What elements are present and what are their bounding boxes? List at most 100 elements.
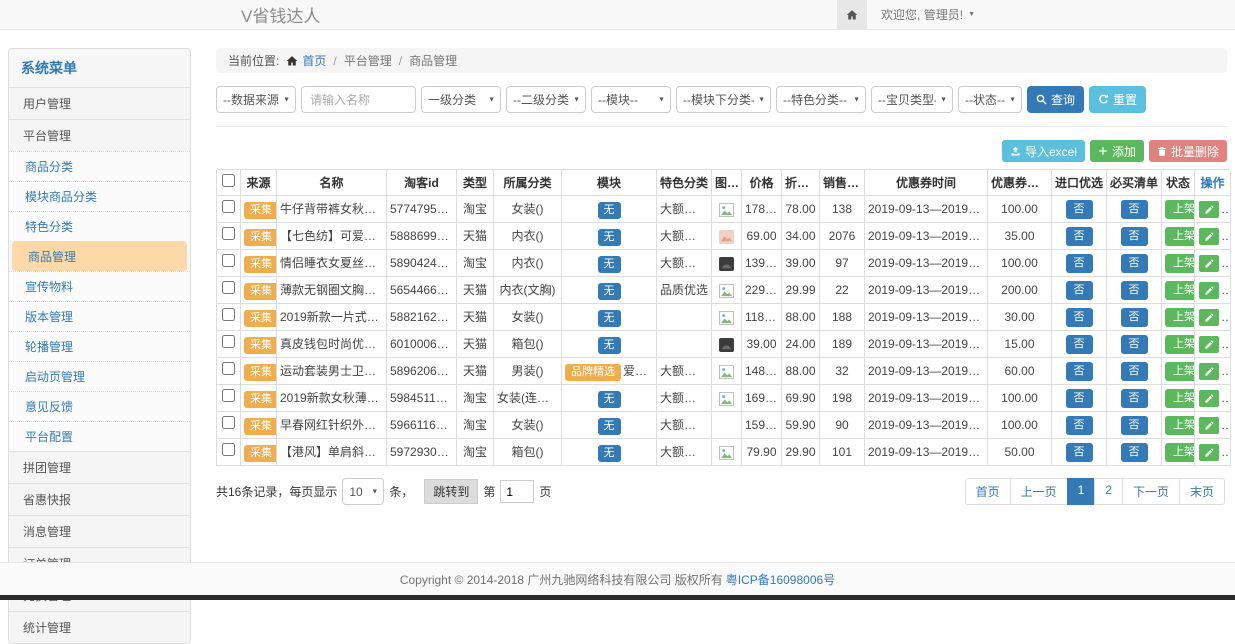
page-button-2[interactable]: 1 [1067,478,1096,505]
must-buy-toggle[interactable]: 否 [1121,200,1148,219]
jump-page-input[interactable] [500,480,534,503]
sidebar-item-9[interactable]: 启动页管理 [9,361,190,391]
row-checkbox[interactable] [222,254,235,267]
level2-category-select[interactable]: --二级分类-- [506,86,586,113]
row-checkbox[interactable] [222,227,235,240]
status-badge[interactable]: 上架 [1165,443,1195,462]
edit-button[interactable] [1199,417,1219,434]
import-select-toggle[interactable]: 否 [1066,308,1093,327]
status-badge[interactable]: 上架 [1165,227,1195,246]
level1-category-select[interactable]: 一级分类 [421,86,501,113]
page-button-3[interactable]: 2 [1094,478,1123,505]
must-buy-toggle[interactable]: 否 [1121,254,1148,273]
status-badge[interactable]: 上架 [1165,281,1195,300]
cell-category: 女装() [494,304,562,331]
import-select-toggle[interactable]: 否 [1066,362,1093,381]
import-select-toggle[interactable]: 否 [1066,281,1093,300]
item-type-select[interactable]: --宝贝类型-- [871,86,953,113]
must-buy-toggle[interactable]: 否 [1121,416,1148,435]
import-select-toggle[interactable]: 否 [1066,443,1093,462]
row-checkbox[interactable] [222,443,235,456]
user-menu[interactable]: 欢迎您, 管理员! ▼ [881,6,975,23]
module-sub-select[interactable]: --模块下分类-- [676,86,771,113]
cell-sales: 101 [820,439,865,466]
status-badge[interactable]: 上架 [1165,362,1195,381]
edit-button[interactable] [1199,201,1219,218]
sidebar-item-11[interactable]: 平台配置 [9,421,190,451]
must-buy-toggle[interactable]: 否 [1121,281,1148,300]
row-checkbox[interactable] [222,335,235,348]
must-buy-toggle[interactable]: 否 [1121,389,1148,408]
import-select-toggle[interactable]: 否 [1066,254,1093,273]
edit-button[interactable] [1199,390,1219,407]
icp-link[interactable]: 粤ICP备16098006号 [726,571,835,588]
sidebar-item-4[interactable]: 特色分类 [9,211,190,241]
import-select-toggle[interactable]: 否 [1066,200,1093,219]
import-select-toggle[interactable]: 否 [1066,389,1093,408]
row-checkbox[interactable] [222,281,235,294]
sidebar-item-12[interactable]: 拼团管理 [9,451,190,483]
sidebar-item-1[interactable]: 平台管理 [9,119,190,151]
sidebar-item-10[interactable]: 意见反馈 [9,391,190,421]
module-select[interactable]: --模块-- [591,86,671,113]
page-button-0[interactable]: 首页 [965,478,1011,505]
edit-button[interactable] [1199,255,1219,272]
sidebar-item-14[interactable]: 消息管理 [9,515,190,547]
status-badge[interactable]: 上架 [1165,254,1195,273]
level1-category-select-wrap: 一级分类▼ [421,86,501,113]
search-button-label: 查询 [1051,91,1075,108]
must-buy-toggle[interactable]: 否 [1121,308,1148,327]
must-buy-toggle[interactable]: 否 [1121,227,1148,246]
import-select-toggle[interactable]: 否 [1066,227,1093,246]
add-button[interactable]: 添加 [1090,140,1144,162]
select-all-checkbox[interactable] [222,174,235,187]
edit-button[interactable] [1199,336,1219,353]
status-badge[interactable]: 上架 [1165,389,1195,408]
sidebar-item-0[interactable]: 用户管理 [9,87,190,119]
import-select-toggle[interactable]: 否 [1066,335,1093,354]
status-badge[interactable]: 上架 [1165,416,1195,435]
page-button-4[interactable]: 下一页 [1122,478,1180,505]
reset-button[interactable]: 重置 [1089,86,1146,113]
data-source-select[interactable]: --数据来源-- [216,86,296,113]
feature-category-select[interactable]: --特色分类-- [776,86,866,113]
must-buy-toggle[interactable]: 否 [1121,335,1148,354]
name-input[interactable] [301,86,416,113]
sidebar-item-17[interactable]: 统计管理 [9,611,190,643]
status-badge[interactable]: 上架 [1165,308,1195,327]
must-buy-toggle[interactable]: 否 [1121,443,1148,462]
status-select[interactable]: --状态-- [958,86,1022,113]
sidebar-item-2[interactable]: 商品分类 [9,151,190,181]
jump-button[interactable]: 跳转到 [424,479,478,504]
home-button[interactable] [837,0,867,30]
sidebar-item-6[interactable]: 宣传物料 [9,271,190,301]
page-button-1[interactable]: 上一页 [1010,478,1068,505]
cell-operations [1195,439,1231,466]
batch-delete-button[interactable]: 批量删除 [1149,140,1227,162]
row-checkbox[interactable] [222,416,235,429]
edit-button[interactable] [1199,444,1219,461]
row-checkbox[interactable] [222,308,235,321]
import-select-toggle[interactable]: 否 [1066,416,1093,435]
status-badge[interactable]: 上架 [1165,200,1195,219]
edit-button[interactable] [1199,309,1219,326]
row-checkbox[interactable] [222,200,235,213]
import-excel-button[interactable]: 导入excel [1002,140,1085,162]
row-checkbox[interactable] [222,362,235,375]
must-buy-toggle[interactable]: 否 [1121,362,1148,381]
page-button-5[interactable]: 末页 [1179,478,1225,505]
sidebar-item-5[interactable]: 商品管理 [12,241,187,271]
row-checkbox[interactable] [222,389,235,402]
per-page-select[interactable]: 10 [342,478,384,505]
search-button[interactable]: 查询 [1027,86,1084,113]
edit-button[interactable] [1199,282,1219,299]
cell-import-select: 否 [1052,412,1107,439]
edit-button[interactable] [1199,228,1219,245]
sidebar-item-7[interactable]: 版本管理 [9,301,190,331]
sidebar-item-8[interactable]: 轮播管理 [9,331,190,361]
sidebar-item-13[interactable]: 省惠快报 [9,483,190,515]
sidebar-item-3[interactable]: 模块商品分类 [9,181,190,211]
edit-button[interactable] [1199,363,1219,380]
breadcrumb-home-link[interactable]: 首页 [286,52,326,69]
status-badge[interactable]: 上架 [1165,335,1195,354]
